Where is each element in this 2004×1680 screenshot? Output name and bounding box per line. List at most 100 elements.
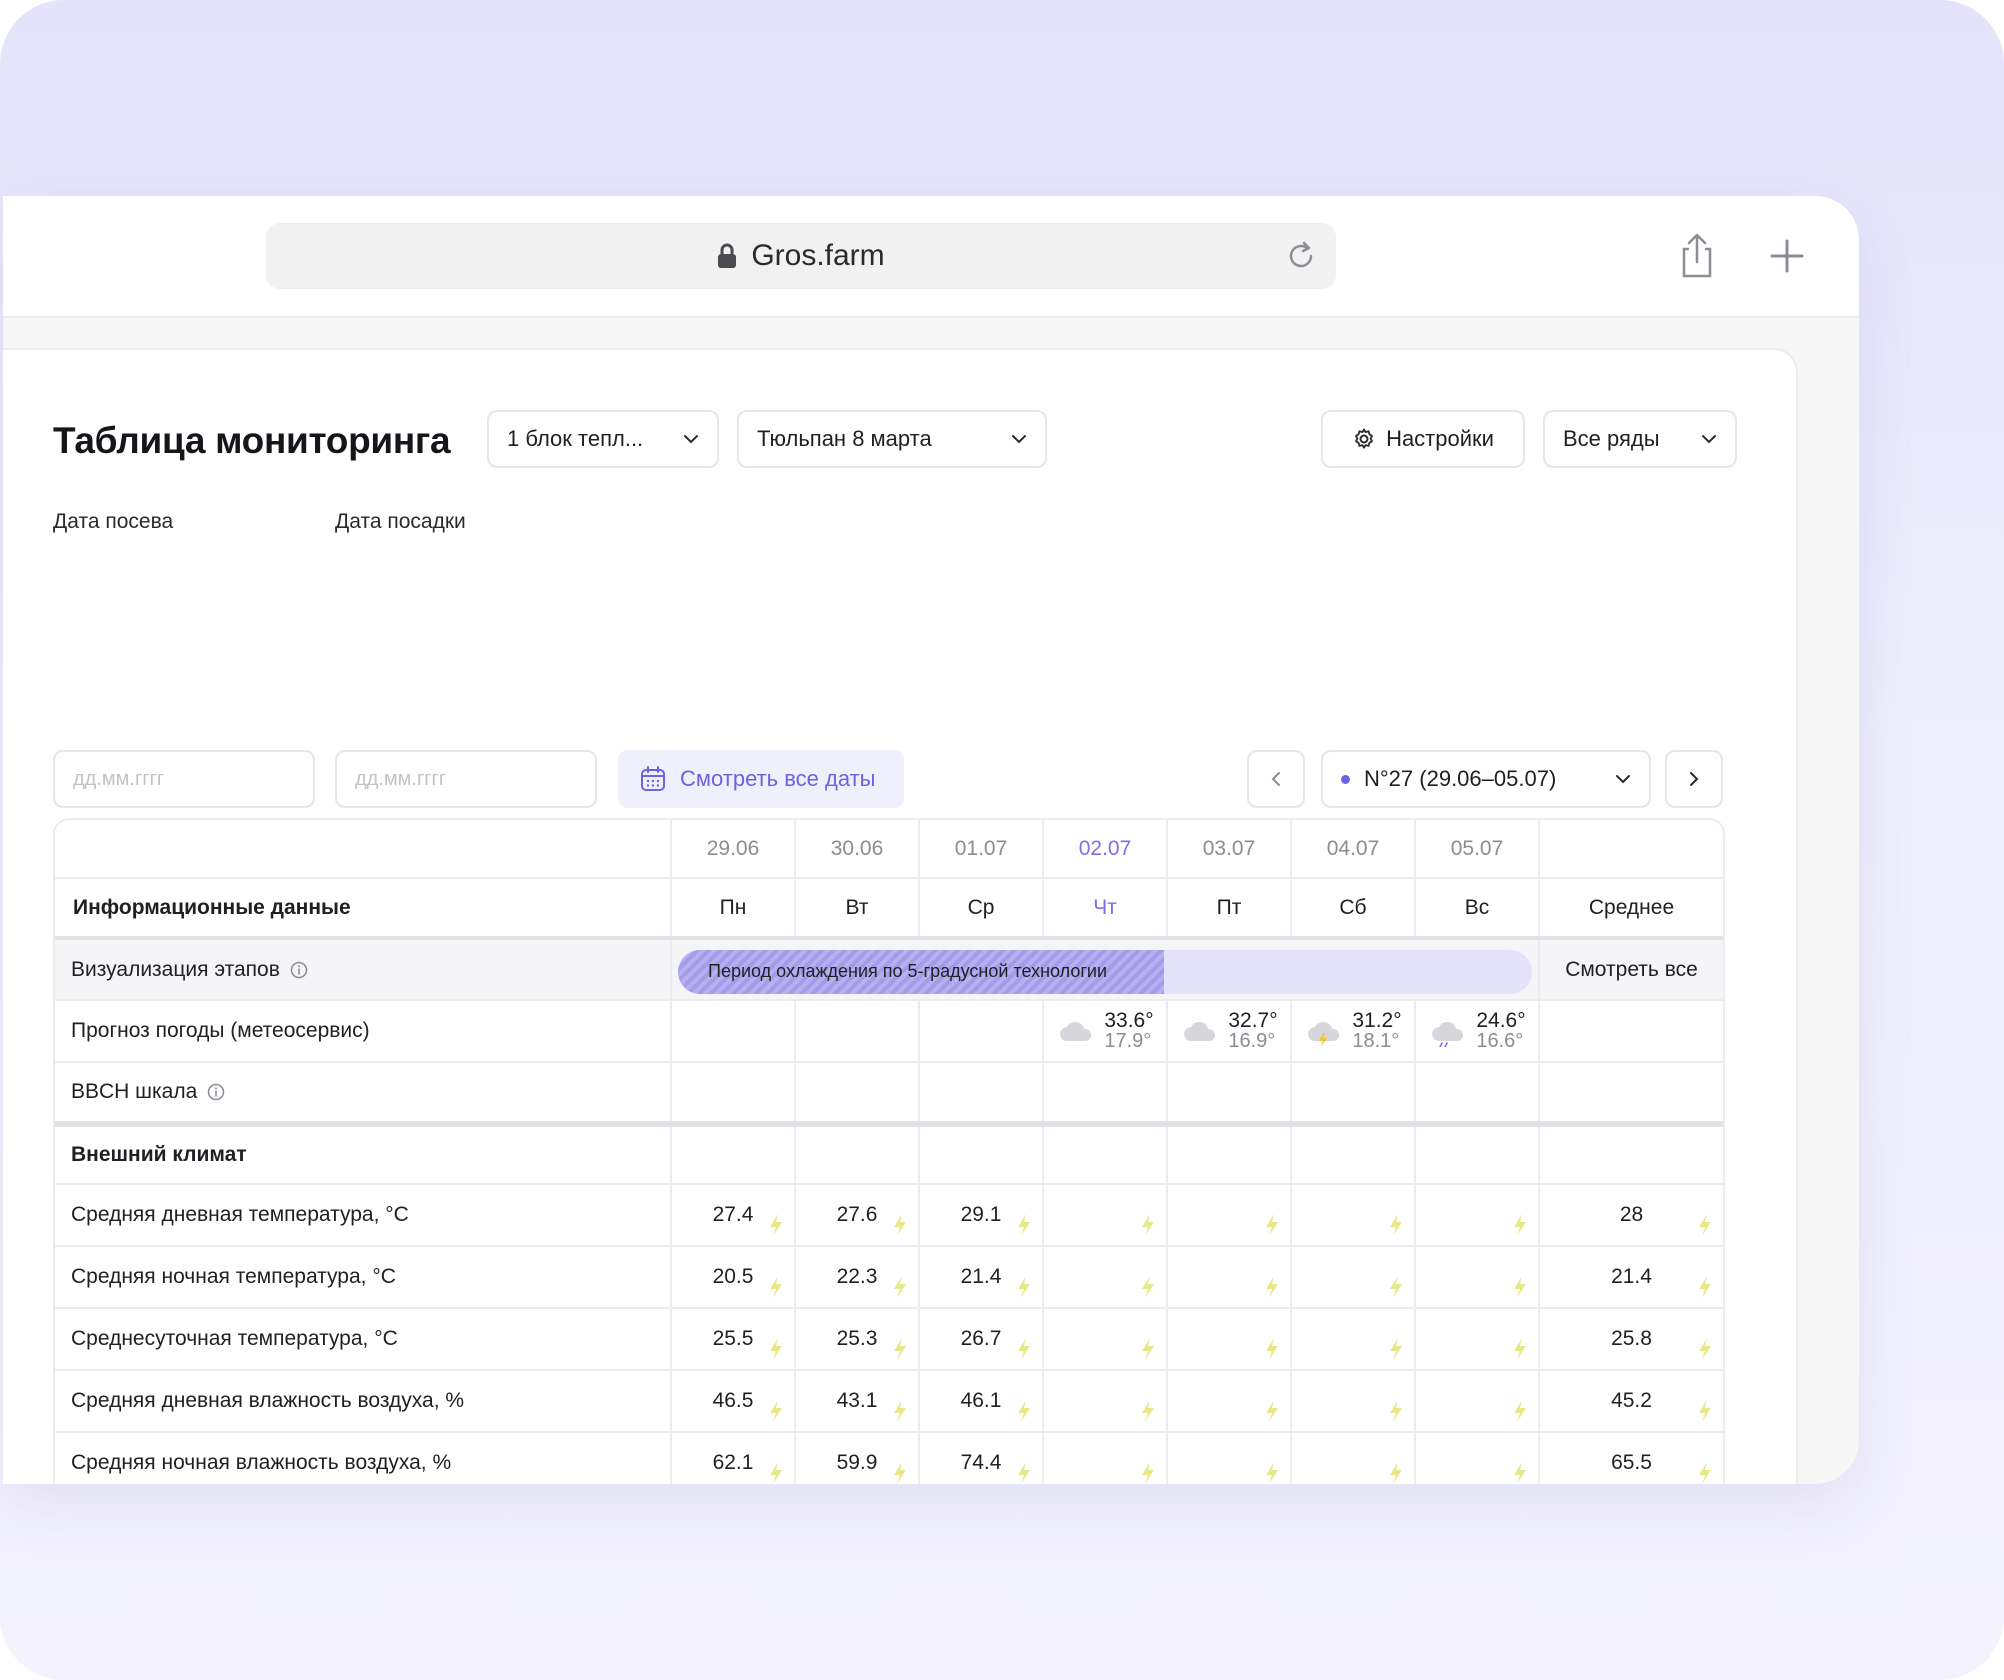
lightning-icon [1142,1400,1154,1422]
metric-value-cell[interactable] [1291,1246,1416,1309]
weather-cell [919,1000,1044,1063]
view-all-dates-label: Смотреть все даты [680,766,876,791]
metric-value-cell[interactable]: 21.4 [919,1246,1044,1309]
metric-average-cell[interactable]: 28 [1539,1184,1723,1247]
weekday-header-cell: Сб [1291,878,1416,940]
share-icon[interactable] [1675,232,1719,280]
gear-icon [1355,428,1373,449]
metric-value-cell[interactable] [1167,1370,1292,1433]
bbch-cell[interactable] [795,1062,920,1127]
metric-average-cell[interactable]: 21.4 [1539,1246,1723,1309]
metric-value-cell[interactable] [1043,1184,1168,1247]
metric-value-cell[interactable]: 20.5 [671,1246,796,1309]
metric-value-cell[interactable] [1291,1432,1416,1484]
metric-value-cell[interactable]: 43.1 [795,1370,920,1433]
metric-value-cell[interactable]: 22.3 [795,1246,920,1309]
weekday-header-cell: Чт [1043,878,1168,940]
date-header-cell[interactable]: 03.07 [1167,820,1292,879]
browser-toolbar: Gros.farm [3,196,1859,318]
thunderstorm-icon [1308,1021,1340,1047]
bbch-cell[interactable] [919,1062,1044,1127]
metric-value-cell[interactable] [1291,1308,1416,1371]
metric-value-cell[interactable] [1291,1370,1416,1433]
metric-value-cell[interactable]: 59.9 [795,1432,920,1484]
stage-row-label: Визуализация этапов [71,957,280,981]
bbch-cell[interactable] [1539,1062,1723,1127]
metric-value-cell[interactable] [1291,1184,1416,1247]
metric-value-cell[interactable]: 29.1 [919,1184,1044,1247]
info-icon[interactable] [207,1083,225,1101]
url-text: Gros.farm [751,239,885,272]
settings-button[interactable]: Настройки [1321,410,1525,468]
forecast-high: 32.7° [1228,1009,1278,1032]
bbch-cell[interactable] [1167,1062,1292,1127]
average-header-cell: Среднее [1539,878,1723,940]
metric-value-cell[interactable]: 62.1 [671,1432,796,1484]
page-title: Таблица мониторинга [53,420,451,461]
date-header-cell[interactable]: 30.06 [795,820,920,879]
metric-value-cell[interactable]: 25.5 [671,1308,796,1371]
date-header-cell[interactable]: 02.07 [1043,820,1168,879]
metric-value-cell[interactable]: 46.1 [919,1370,1044,1433]
planting-date-label: Дата посадки [335,510,466,533]
sowing-date-input[interactable] [53,750,315,808]
metric-label: Среднесуточная температура, °C [55,1308,672,1371]
bbch-row: BBCH шкала [55,1062,1723,1127]
metric-value-cell[interactable] [1043,1432,1168,1484]
lightning-icon [1699,1276,1711,1298]
chevron-left-icon [1271,772,1280,786]
planting-date-input[interactable] [335,750,597,808]
bbch-cell[interactable] [1415,1062,1540,1127]
metric-value-cell[interactable]: 27.4 [671,1184,796,1247]
stage-bar[interactable]: Период охлаждения по 5-градусной техноло… [678,950,1532,994]
metric-value-cell[interactable] [1415,1246,1540,1309]
view-all-dates-button[interactable]: Смотреть все даты [618,750,904,808]
info-icon[interactable] [290,961,308,979]
reload-icon[interactable] [1284,239,1318,273]
week-select[interactable]: N°27 (29.06–05.07) [1321,750,1651,808]
metric-value: 26.7 [960,1327,1002,1350]
metric-value-cell[interactable] [1167,1184,1292,1247]
metric-value: 20.5 [712,1265,754,1288]
address-bar[interactable]: Gros.farm [266,223,1336,289]
crop-select[interactable]: Тюльпан 8 марта [737,410,1047,468]
metric-value-cell[interactable] [1043,1308,1168,1371]
date-header-cell[interactable]: 05.07 [1415,820,1540,879]
metric-value-cell[interactable] [1043,1246,1168,1309]
lightning-icon [1018,1276,1030,1298]
date-header-cell[interactable]: 04.07 [1291,820,1416,879]
prev-week-button[interactable] [1247,750,1305,808]
bbch-cell[interactable] [671,1062,796,1127]
metric-average-cell[interactable]: 45.2 [1539,1370,1723,1433]
lightning-icon [1514,1276,1526,1298]
metric-value-cell[interactable] [1043,1370,1168,1433]
metric-average: 21.4 [1611,1265,1652,1288]
forecast-high: 24.6° [1476,1009,1526,1032]
metric-value-cell[interactable] [1415,1184,1540,1247]
bbch-cell[interactable] [1043,1062,1168,1127]
metric-value-cell[interactable] [1415,1308,1540,1371]
greenhouse-select[interactable]: 1 блок тепл... [487,410,719,468]
metric-value-cell[interactable]: 46.5 [671,1370,796,1433]
date-header-cell[interactable]: 01.07 [919,820,1044,879]
metric-average-cell[interactable]: 65.5 [1539,1432,1723,1484]
metric-value-cell[interactable]: 25.3 [795,1308,920,1371]
next-week-button[interactable] [1665,750,1723,808]
bbch-cell[interactable] [1291,1062,1416,1127]
metric-value-cell[interactable]: 27.6 [795,1184,920,1247]
table-row: Среднесуточная температура, °C 25.5 25.3 26… [55,1308,1723,1371]
weather-row-label: Прогноз погоды (метеосервис) [55,1000,672,1063]
metric-value-cell[interactable] [1415,1432,1540,1484]
metric-value-cell[interactable] [1167,1308,1292,1371]
metric-average-cell[interactable]: 25.8 [1539,1308,1723,1371]
lightning-icon [770,1338,782,1360]
metric-value-cell[interactable]: 74.4 [919,1432,1044,1484]
rows-select[interactable]: Все ряды [1543,410,1737,468]
metric-value-cell[interactable] [1167,1432,1292,1484]
metric-value-cell[interactable] [1167,1246,1292,1309]
metric-value-cell[interactable]: 26.7 [919,1308,1044,1371]
date-header-cell[interactable]: 29.06 [671,820,796,879]
metric-value-cell[interactable] [1415,1370,1540,1433]
new-tab-icon[interactable] [1765,232,1809,280]
view-all-stages-button[interactable]: Смотреть все [1539,938,1723,1001]
